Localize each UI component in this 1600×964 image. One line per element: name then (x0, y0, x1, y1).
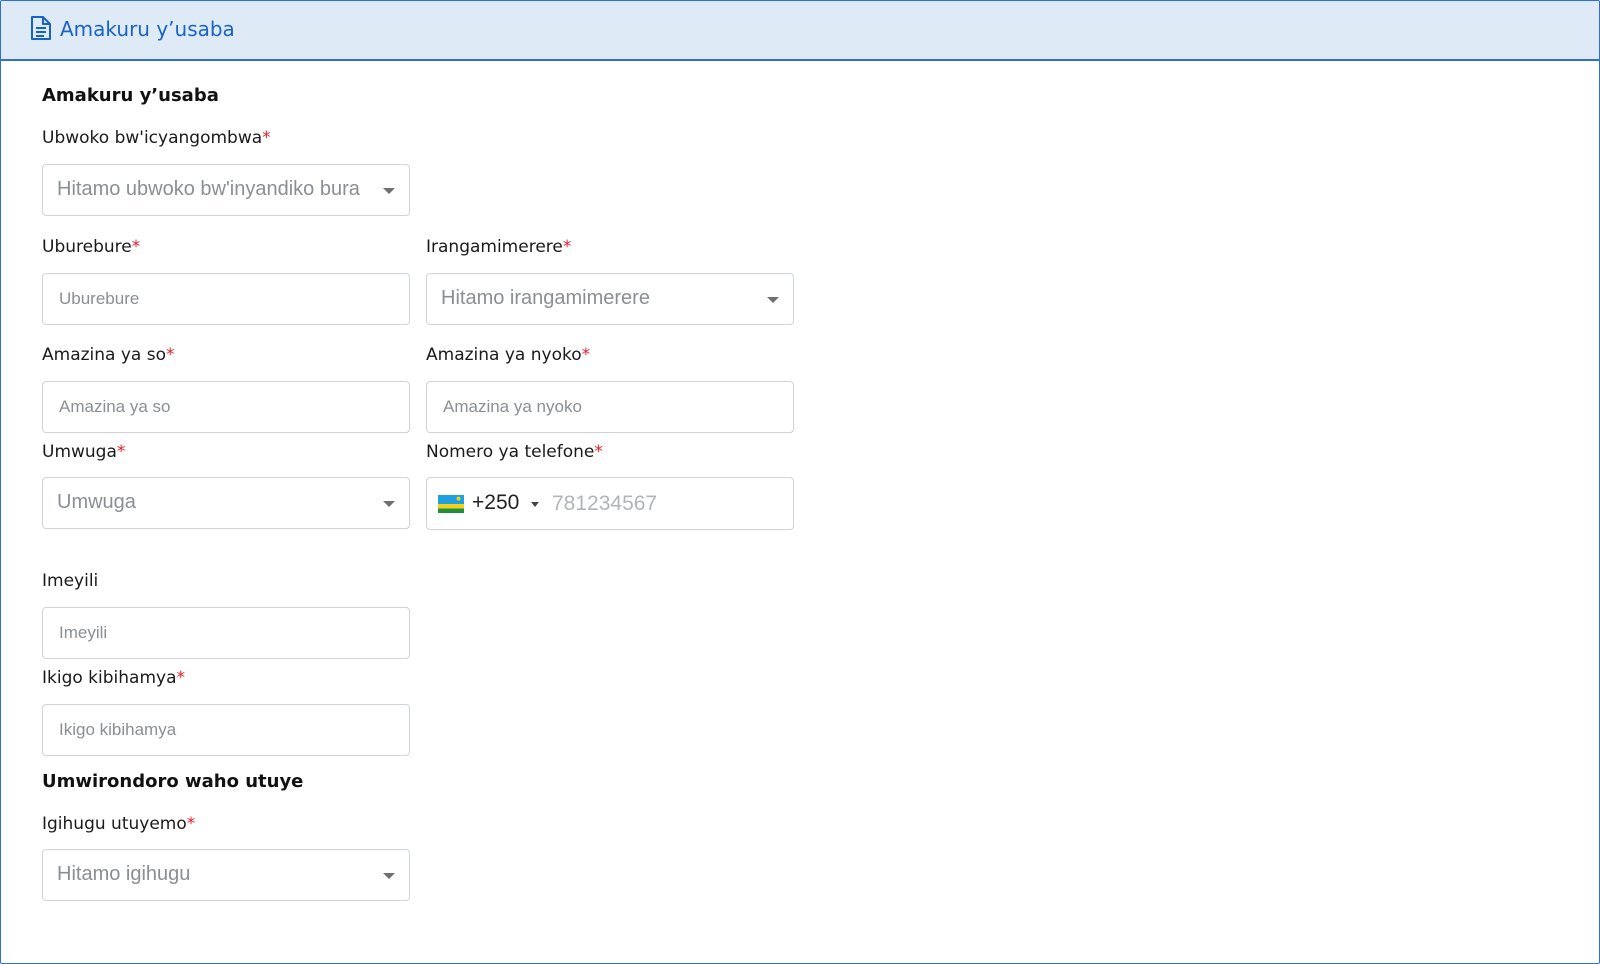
gender-label: Irangamimerere* (426, 237, 572, 257)
document-icon (31, 16, 51, 40)
required-mark: * (166, 345, 175, 365)
required-mark: * (262, 128, 271, 148)
phone-field[interactable]: +250 (426, 477, 794, 530)
occupation-select[interactable]: Umwuga (42, 477, 410, 529)
rwanda-flag-icon[interactable] (438, 495, 464, 513)
father-name-input[interactable] (43, 382, 409, 432)
occupation-label: Umwuga* (42, 442, 126, 462)
chevron-down-icon (383, 873, 395, 879)
father-name-field[interactable] (42, 381, 410, 433)
required-mark: * (562, 237, 572, 257)
applicant-section-title: Amakuru y’usaba (42, 85, 219, 106)
email-input[interactable] (43, 608, 409, 658)
phone-label: Nomero ya telefone* (426, 442, 603, 462)
country-label: Igihugu utuyemo* (42, 814, 196, 834)
required-mark: * (131, 237, 141, 257)
required-mark: * (176, 668, 186, 688)
country-code-dropdown-icon[interactable] (531, 502, 539, 507)
document-type-placeholder: Hitamo ubwoko bw'inyandiko bura (57, 178, 360, 200)
father-name-label: Amazina ya so* (42, 345, 175, 365)
mother-name-field[interactable] (426, 381, 794, 433)
phone-number-input[interactable] (547, 478, 787, 529)
surname-field[interactable] (42, 273, 410, 325)
dial-code[interactable]: +250 (472, 491, 519, 515)
chevron-down-icon (383, 188, 395, 194)
surname-label: Uburebure* (42, 237, 141, 257)
country-select[interactable]: Hitamo igihugu (42, 849, 410, 901)
applicant-form-panel: Amakuru y’usaba Amakuru y’usaba Ubwoko b… (0, 0, 1600, 964)
panel-header-title: Amakuru y’usaba (60, 17, 235, 41)
chevron-down-icon (767, 297, 779, 303)
required-mark: * (186, 814, 196, 834)
required-mark: * (116, 442, 126, 462)
email-label: Imeyili (42, 571, 99, 591)
surname-input[interactable] (43, 274, 409, 324)
institution-field[interactable] (42, 704, 410, 756)
document-type-select[interactable]: Hitamo ubwoko bw'inyandiko bura (42, 164, 410, 216)
country-placeholder: Hitamo igihugu (57, 863, 191, 885)
panel-header: Amakuru y’usaba (1, 1, 1599, 61)
mother-name-input[interactable] (427, 382, 793, 432)
chevron-down-icon (383, 501, 395, 507)
institution-input[interactable] (43, 705, 409, 755)
institution-label: Ikigo kibihamya* (42, 668, 185, 688)
document-type-label: Ubwoko bw'icyangombwa* (42, 128, 271, 148)
address-section-title: Umwirondoro waho utuye (42, 771, 304, 792)
mother-name-label: Amazina ya nyoko* (426, 345, 591, 365)
required-mark: * (594, 442, 603, 462)
occupation-placeholder: Umwuga (57, 491, 136, 513)
required-mark: * (581, 345, 591, 365)
email-field[interactable] (42, 607, 410, 659)
gender-select[interactable]: Hitamo irangamimerere (426, 273, 794, 325)
gender-placeholder: Hitamo irangamimerere (441, 287, 650, 309)
